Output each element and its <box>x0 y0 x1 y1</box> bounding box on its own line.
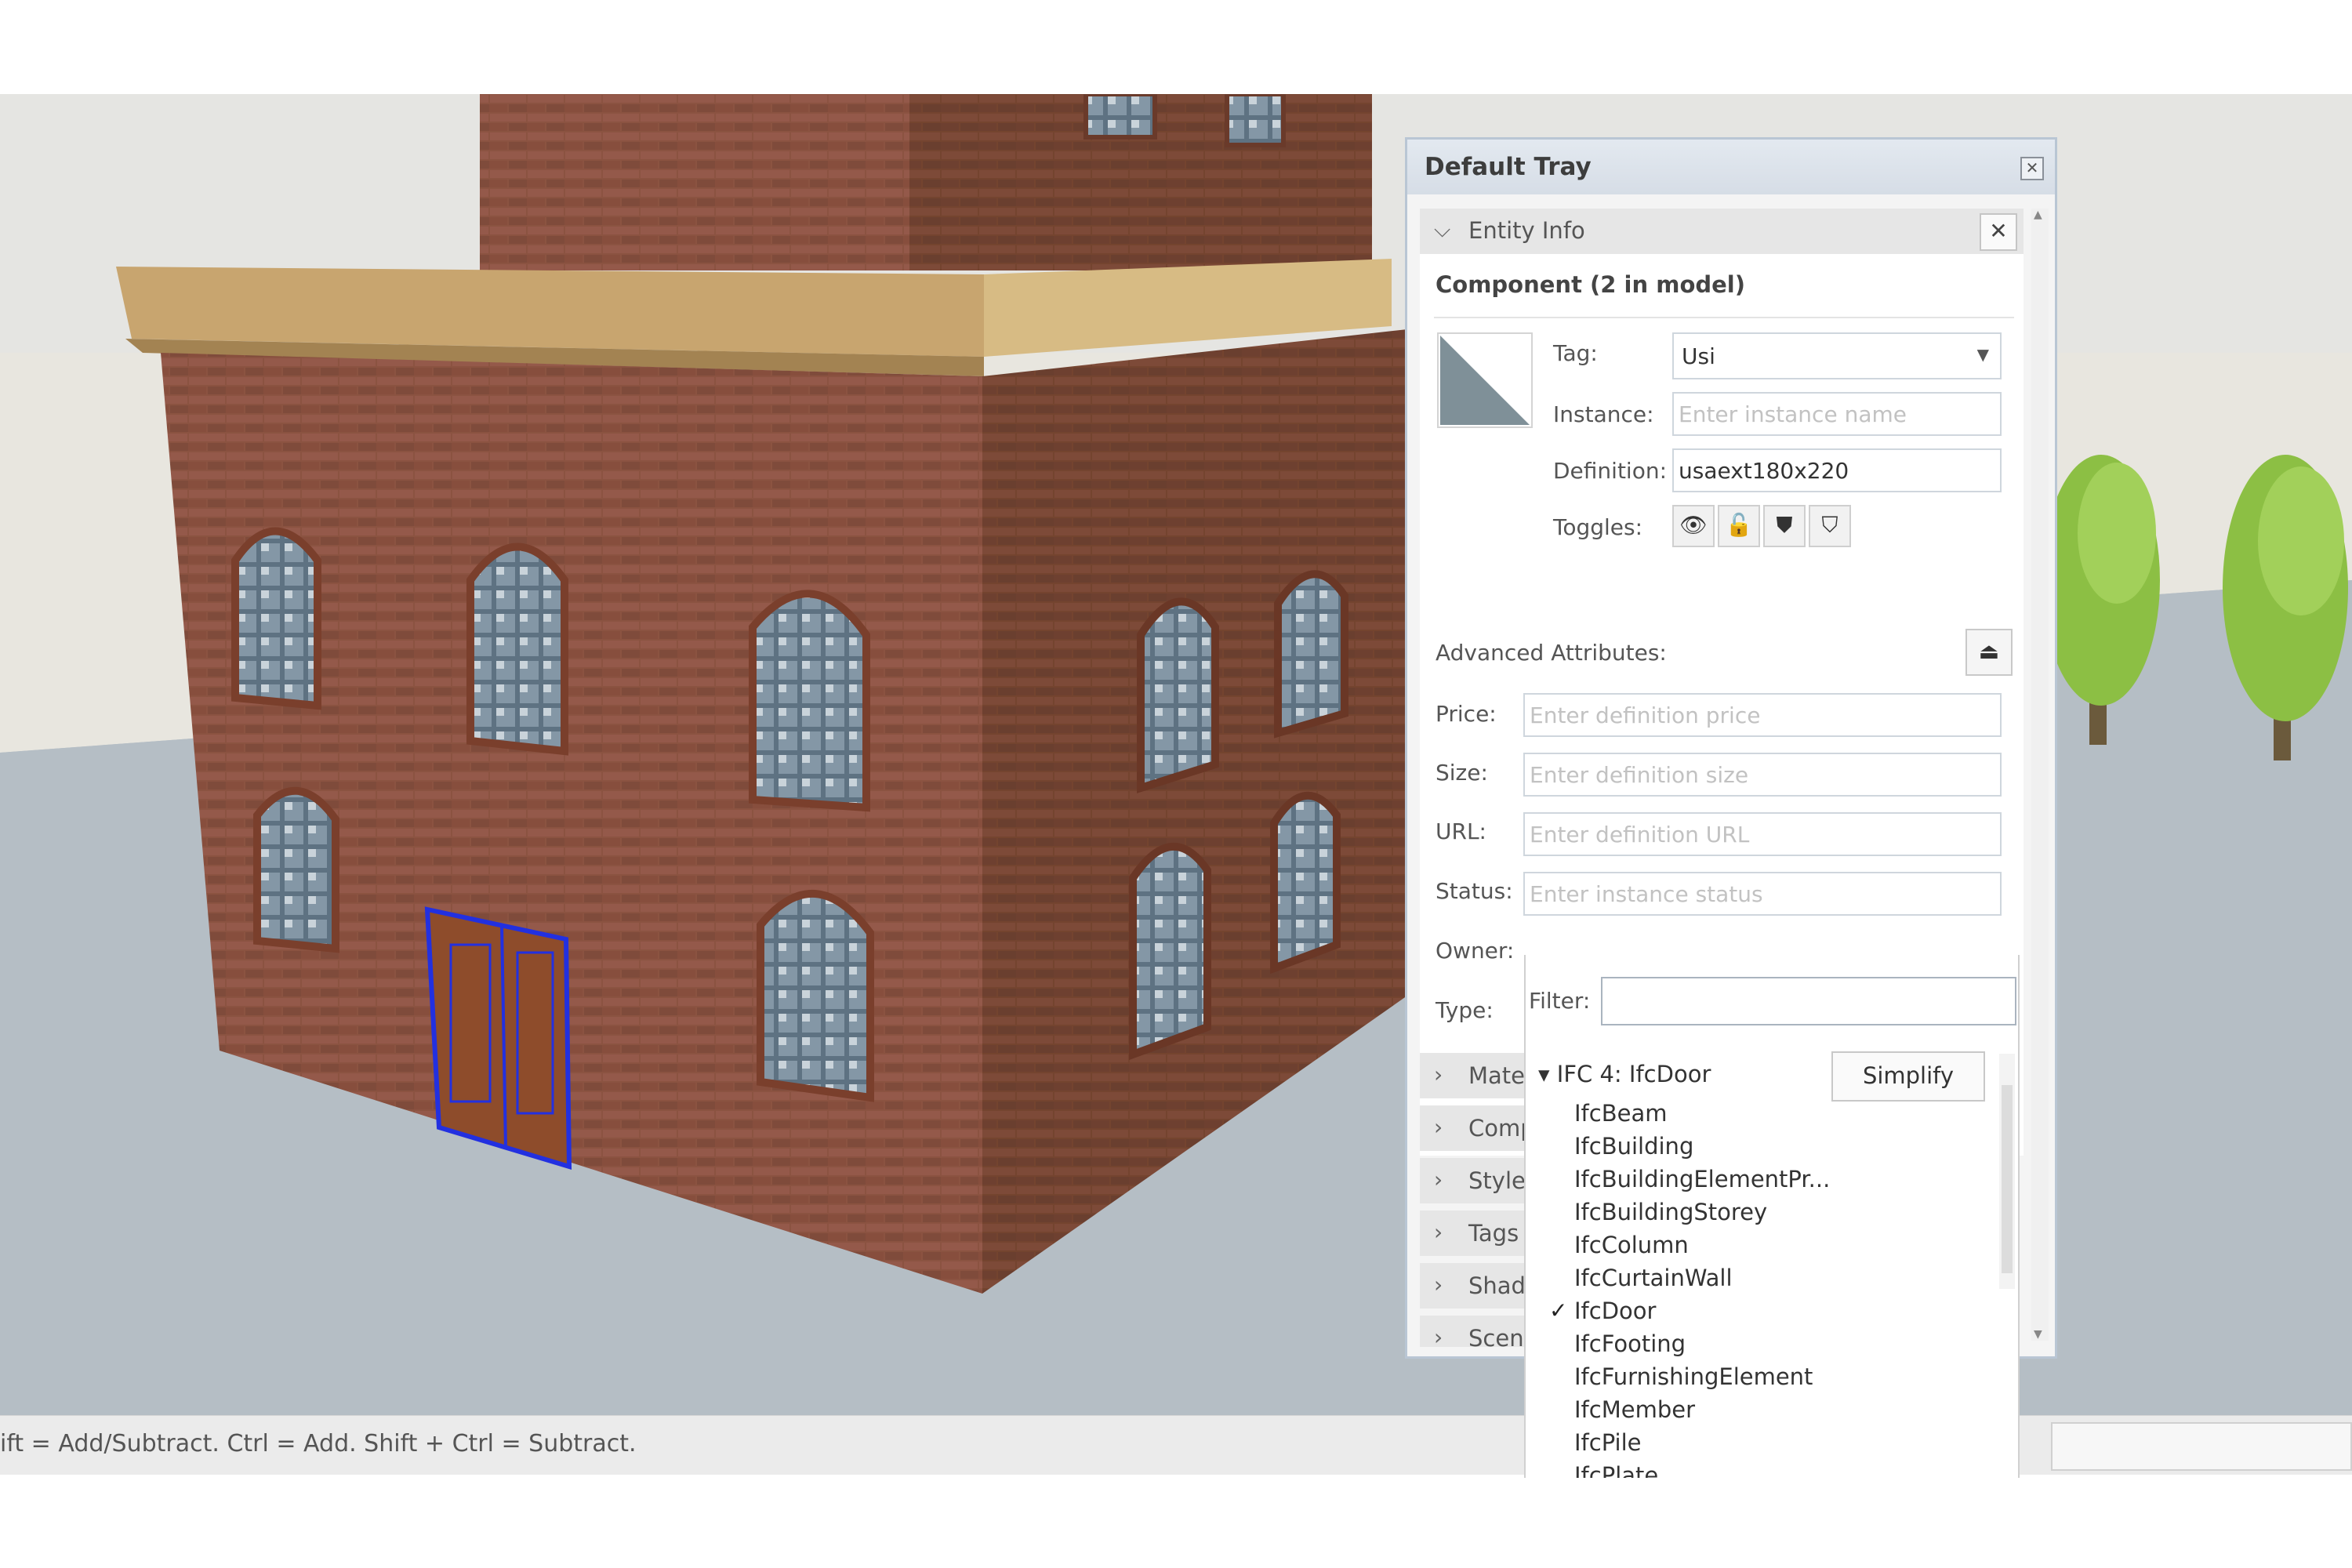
filter-input[interactable] <box>1601 977 2016 1025</box>
tray-scrollbar[interactable]: ▲ ▼ <box>2031 209 2049 1341</box>
type-dropdown-popup: Filter: ▾ IFC 4: IfcDoor Simplify IfcBea… <box>1524 955 2020 1478</box>
filter-label: Filter: <box>1529 988 1591 1014</box>
ifc-type-label: IfcDoor <box>1574 1298 1657 1324</box>
section-scenes[interactable]: › Scenes <box>1420 1316 1537 1347</box>
dropdown-scrollbar[interactable] <box>1999 1054 2015 1289</box>
ifc-type-list: IfcBeam IfcBuilding IfcBuildingElementPr..… <box>1549 1100 1966 1478</box>
ifc-group-header[interactable]: ▾ IFC 4: IfcDoor <box>1538 1061 1711 1087</box>
ifc-type-option[interactable]: IfcColumn <box>1574 1232 1966 1265</box>
ifc-type-label: IfcPlate <box>1574 1462 1659 1478</box>
price-label: Price: <box>1436 701 1497 727</box>
tray-title: Default Tray <box>1425 153 1592 181</box>
tag-value: Usi <box>1682 343 1715 369</box>
upper-storey-front <box>480 94 909 270</box>
ifc-type-label: IfcFurnishingElement <box>1574 1363 1813 1390</box>
checkmark-icon: ✓ <box>1549 1298 1568 1323</box>
ifc-type-option[interactable]: IfcBuildingElementPr... <box>1574 1166 1966 1199</box>
advanced-attributes-eject-icon[interactable]: ⏏ <box>1965 629 2013 676</box>
selected-door[interactable] <box>424 906 572 1171</box>
definition-input[interactable] <box>1672 448 2002 492</box>
chevron-down-icon: ⌵ <box>1434 216 1451 242</box>
ifc-type-option[interactable]: ✓ IfcDoor <box>1549 1298 1966 1330</box>
advanced-attributes-label: Advanced Attributes: <box>1436 640 1667 666</box>
ifc-type-option[interactable]: IfcPlate <box>1574 1462 1966 1478</box>
instance-name-input[interactable] <box>1672 392 2002 436</box>
section-components[interactable]: › Components <box>1420 1105 1537 1151</box>
ifc-type-option[interactable]: IfcBuilding <box>1574 1133 1966 1166</box>
type-label: Type: <box>1436 997 1494 1023</box>
ifc-type-option[interactable]: IfcPile <box>1574 1429 1966 1462</box>
status-label: Status: <box>1436 878 1513 904</box>
size-label: Size: <box>1436 760 1488 786</box>
instance-label: Instance: <box>1553 401 1654 427</box>
chevron-right-icon: › <box>1434 1114 1443 1140</box>
divider <box>1434 317 2014 318</box>
ifc-type-label: IfcBuildingElementPr... <box>1574 1166 1831 1192</box>
status-text: ift = Add/Subtract. Ctrl = Add. Shift + … <box>0 1430 637 1457</box>
component-thumbnail <box>1437 332 1533 428</box>
ifc-type-label: IfcMember <box>1574 1396 1695 1423</box>
definition-label: Definition: <box>1553 458 1668 484</box>
thumbnail-icon <box>1440 336 1530 425</box>
ifc-type-option[interactable]: IfcFooting <box>1574 1330 1966 1363</box>
dropdown-arrow-icon: ▼ <box>1976 345 1989 364</box>
owner-label: Owner: <box>1436 938 1515 964</box>
scroll-thumb[interactable] <box>2002 1085 2013 1273</box>
lock-toggle-unlock-icon[interactable]: 🔓 <box>1718 505 1760 547</box>
tag-label: Tag: <box>1553 340 1598 366</box>
scroll-up-icon[interactable]: ▲ <box>2034 209 2042 221</box>
url-label: URL: <box>1436 818 1486 844</box>
ifc-type-label: IfcFooting <box>1574 1330 1686 1357</box>
section-styles[interactable]: › Styles <box>1420 1158 1537 1203</box>
ifc-type-label: IfcBuilding <box>1574 1133 1694 1160</box>
section-tags[interactable]: › Tags <box>1420 1210 1537 1256</box>
ifc-type-option[interactable]: IfcBuildingStorey <box>1574 1199 1966 1232</box>
visibility-toggle-eye-icon[interactable]: 👁 <box>1672 505 1715 547</box>
ifc-group-label: IFC 4: IfcDoor <box>1556 1061 1711 1087</box>
section-label: Tags <box>1468 1220 1519 1247</box>
ifc-type-option[interactable]: IfcMember <box>1574 1396 1966 1429</box>
ifc-type-label: IfcPile <box>1574 1429 1642 1456</box>
chevron-right-icon: › <box>1434 1219 1443 1245</box>
tag-select[interactable]: Usi ▼ <box>1672 332 2002 379</box>
measurements-box[interactable] <box>2051 1422 2352 1471</box>
cast-shadows-toggle-icon[interactable]: ⛊ <box>1763 505 1806 547</box>
chevron-right-icon: › <box>1434 1062 1443 1087</box>
chevron-right-icon: › <box>1434 1167 1443 1192</box>
entity-info-header[interactable]: ⌵ Entity Info ✕ <box>1420 209 2024 254</box>
ifc-type-label: IfcColumn <box>1574 1232 1689 1258</box>
section-materials[interactable]: › Materials <box>1420 1053 1537 1098</box>
ifc-type-option[interactable]: IfcFurnishingElement <box>1574 1363 1966 1396</box>
url-input[interactable] <box>1523 812 2002 856</box>
simplify-button[interactable]: Simplify <box>1831 1051 1985 1102</box>
chevron-right-icon: › <box>1434 1324 1443 1347</box>
receive-shadows-toggle-icon[interactable]: ⛉ <box>1809 505 1851 547</box>
triangle-down-icon: ▾ <box>1538 1061 1557 1087</box>
price-input[interactable] <box>1523 693 2002 737</box>
entity-info-label: Entity Info <box>1468 217 1585 244</box>
component-title: Component (2 in model) <box>1436 271 1745 298</box>
toggles-label: Toggles: <box>1553 514 1643 540</box>
ifc-type-label: IfcCurtainWall <box>1574 1265 1733 1291</box>
ifc-type-option[interactable]: IfcBeam <box>1574 1100 1966 1133</box>
entity-info-close-button[interactable]: ✕ <box>1980 213 2017 251</box>
ifc-type-option[interactable]: IfcCurtainWall <box>1574 1265 1966 1298</box>
chevron-right-icon: › <box>1434 1272 1443 1298</box>
scroll-down-icon[interactable]: ▼ <box>2034 1328 2042 1341</box>
section-shadows[interactable]: › Shadows <box>1420 1263 1537 1308</box>
size-input[interactable] <box>1523 753 2002 797</box>
tray-close-button[interactable]: ✕ <box>2020 157 2044 180</box>
tray-header: Default Tray ✕ <box>1407 140 2055 194</box>
ifc-type-label: IfcBeam <box>1574 1100 1668 1127</box>
status-input[interactable] <box>1523 872 2002 916</box>
ifc-type-label: IfcBuildingStorey <box>1574 1199 1768 1225</box>
